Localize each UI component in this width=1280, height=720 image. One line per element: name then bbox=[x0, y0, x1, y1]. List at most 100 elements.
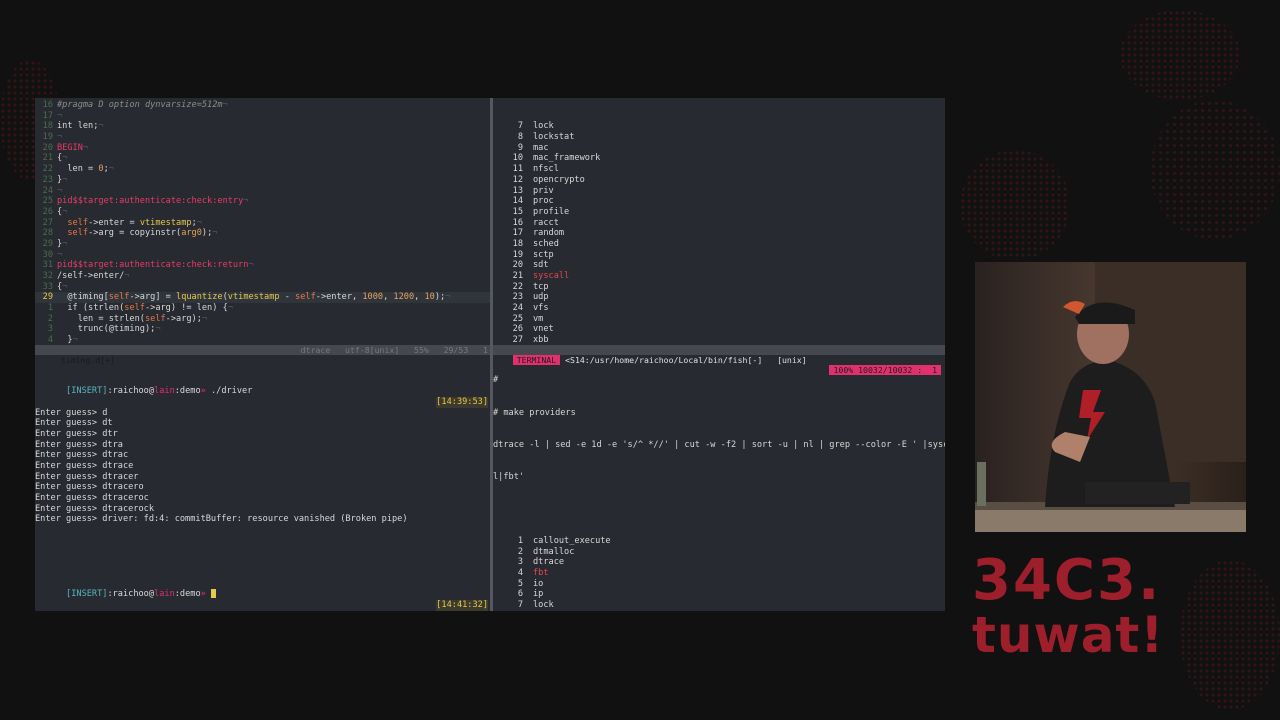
code-token: vtimestamp bbox=[139, 217, 192, 228]
output-line: Enter guess> dtracero bbox=[35, 482, 144, 493]
line-number: 4 bbox=[47, 335, 53, 345]
provider-number: 6 bbox=[517, 589, 523, 600]
provider-name: sctp bbox=[533, 249, 554, 260]
provider-name: io bbox=[533, 578, 544, 589]
provider-row: 27 xbb bbox=[493, 335, 945, 343]
provider-number: 20 bbox=[512, 260, 523, 271]
driver-output: Enter guess> d Enter guess> dt Enter guess… bbox=[35, 408, 490, 526]
code-token: /self->enter/ bbox=[57, 271, 125, 281]
line-number: 20 bbox=[42, 142, 53, 153]
output-line: Enter guess> dtrace bbox=[35, 460, 134, 471]
provider-row: 22 tcp bbox=[493, 282, 945, 293]
prompt-host: lain bbox=[154, 386, 175, 397]
line-number: 32 bbox=[42, 271, 53, 281]
text-cursor bbox=[211, 589, 216, 599]
code-token: ->enter = bbox=[88, 217, 140, 228]
code-token: 10 bbox=[424, 292, 435, 303]
line-number: 29 bbox=[42, 238, 53, 249]
provider-number: 12 bbox=[512, 174, 523, 185]
provider-number: 2 bbox=[517, 546, 523, 557]
provider-name: vnet bbox=[533, 324, 554, 335]
code-token: ¬ bbox=[62, 153, 68, 164]
output-line: Enter guess> dt bbox=[35, 418, 113, 429]
provider-number: 22 bbox=[512, 281, 523, 292]
providers-list-top[interactable]: 7 lock 8 lockstat 9 mac 10 mac_framework 11 nfscl… bbox=[493, 100, 945, 343]
shell-prompt-line-active[interactable]: [INSERT]:raichoo@lain:demo» [14:41:32] bbox=[35, 579, 490, 611]
code-token: ¬ bbox=[248, 260, 254, 271]
provider-row: 19 sctp bbox=[493, 250, 945, 261]
provider-name: opencrypto bbox=[533, 174, 585, 185]
code-token: } bbox=[57, 335, 73, 345]
code-line: 26 {¬ bbox=[35, 207, 490, 218]
driver-terminal[interactable]: [INSERT]:raichoo@lain:demo» ./driver [14… bbox=[35, 354, 490, 611]
provider-name: sched bbox=[533, 238, 559, 249]
provider-row: 21 syscall bbox=[493, 271, 945, 282]
provider-number: 1 bbox=[517, 535, 523, 546]
code-token: #pragma D option dynvarsize=512m bbox=[57, 100, 223, 110]
code-token: 1200 bbox=[393, 292, 415, 303]
output-line: Enter guess> dtr bbox=[35, 428, 118, 439]
code-token: ¬ bbox=[124, 271, 130, 281]
provider-row: 11 nfscl bbox=[493, 164, 945, 175]
logo-line-1: 34C3. bbox=[972, 548, 1162, 613]
line-number: 19 bbox=[42, 132, 53, 143]
output-line: Enter guess> dtrac bbox=[35, 450, 129, 461]
provider-number: 26 bbox=[512, 324, 523, 335]
speaker-video bbox=[975, 262, 1246, 532]
line-number: 17 bbox=[42, 110, 53, 121]
code-line: 3 trunc(@timing);¬ bbox=[35, 324, 490, 335]
code-token: ¬ bbox=[62, 238, 68, 249]
code-line: 28 self->arg = copyinstr(arg0);¬ bbox=[35, 228, 490, 239]
provider-number: 27 bbox=[512, 335, 523, 343]
line-number: 29 bbox=[42, 292, 53, 303]
provider-row: 12 opencrypto bbox=[493, 175, 945, 186]
provider-number: 8 bbox=[517, 132, 523, 143]
pipeline-line: dtrace -l | sed -e 1d -e 's/^ *//' | cut… bbox=[493, 439, 945, 450]
provider-name: profile bbox=[533, 206, 570, 217]
code-token: ¬ bbox=[155, 324, 161, 335]
code-token: ¬ bbox=[57, 249, 63, 260]
provider-row: 3 dtrace bbox=[493, 557, 945, 568]
code-line: 23}¬ bbox=[35, 175, 490, 186]
code-token: self bbox=[144, 313, 166, 324]
line-number: 28 bbox=[42, 228, 53, 239]
line-number: 31 bbox=[42, 260, 53, 271]
code-token: , bbox=[414, 292, 425, 303]
code-line: 29}¬ bbox=[35, 239, 490, 250]
provider-name: callout_execute bbox=[533, 535, 611, 546]
code-token: ¬ bbox=[227, 303, 233, 314]
provider-name: racct bbox=[533, 217, 559, 228]
insert-mode-indicator: [INSERT] bbox=[66, 386, 108, 397]
provider-row: 25 vm bbox=[493, 314, 945, 325]
provider-name: tcp bbox=[533, 281, 549, 292]
prompt-user: :raichoo bbox=[107, 589, 149, 600]
prompt-user: :raichoo bbox=[107, 386, 149, 397]
provider-number: 15 bbox=[512, 206, 523, 217]
code-token: ¬ bbox=[98, 121, 104, 132]
provider-number: 19 bbox=[512, 249, 523, 260]
line-number: 24 bbox=[42, 185, 53, 196]
vim-editor[interactable]: 16 #pragma D option dynvarsize=512m¬ 17 ¬ 18… bbox=[35, 100, 490, 345]
provider-row: 1 callout_execute bbox=[493, 536, 945, 547]
provider-row: 4 fbt bbox=[493, 568, 945, 579]
code-line: 17 ¬ bbox=[35, 111, 490, 122]
provider-name: sdt bbox=[533, 260, 549, 271]
code-token: ¬ bbox=[62, 206, 68, 217]
conference-logo: 34C3. tuwat! bbox=[972, 548, 1182, 662]
provider-row: 16 racct bbox=[493, 218, 945, 229]
providers-list-bottom[interactable]: # # make providers dtrace -l | sed -e 1d… bbox=[493, 354, 945, 611]
code-token: vtimestamp bbox=[227, 292, 280, 303]
provider-number: 9 bbox=[517, 142, 523, 153]
provider-name: ip bbox=[533, 589, 544, 600]
line-number: 2 bbox=[47, 313, 53, 324]
provider-name: mac_framework bbox=[533, 153, 601, 164]
code-line: 25 pid$$target:authenticate:check:entry¬ bbox=[35, 196, 490, 207]
prompt-host: lain bbox=[154, 589, 175, 600]
code-token: len = bbox=[57, 164, 99, 175]
code-token: self bbox=[295, 292, 316, 303]
code-token: self bbox=[67, 228, 89, 239]
code-token: ¬ bbox=[212, 228, 218, 239]
